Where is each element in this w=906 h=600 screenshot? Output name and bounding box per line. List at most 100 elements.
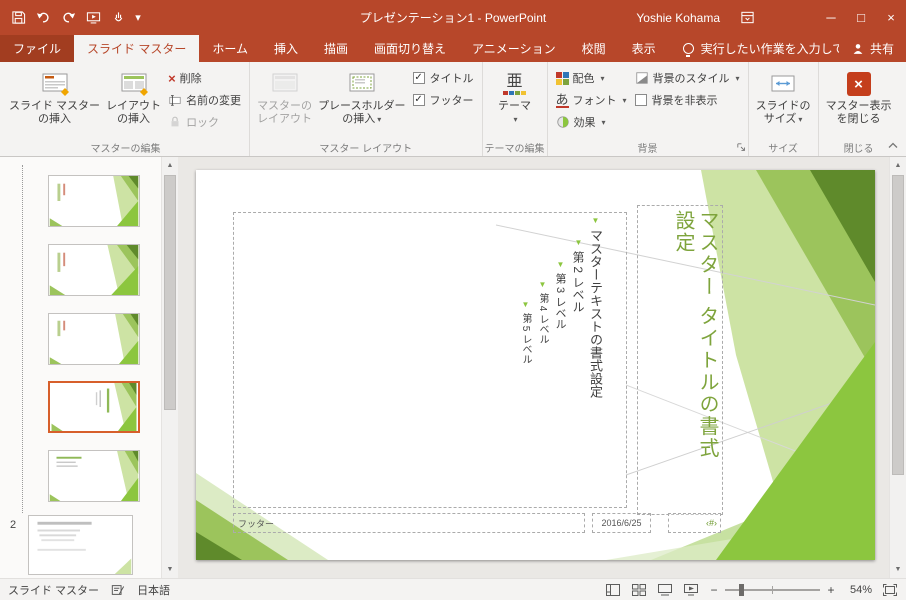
insert-placeholder-button[interactable]: プレースホルダー の挿入 ▾ [315,65,408,139]
zoom-in-button[interactable]: + [822,580,840,600]
slide-sorter-view-button[interactable] [627,580,651,600]
hide-background-label: 背景を非表示 [651,95,718,107]
undo-button[interactable] [31,6,55,30]
start-slideshow-button[interactable] [81,6,105,30]
tab-review[interactable]: 校閲 [569,35,619,62]
collapse-ribbon-button[interactable] [888,137,898,152]
scroll-down-button[interactable]: ▼ [890,561,906,578]
hide-background-checkbox[interactable]: 背景を非表示 [631,89,744,111]
zoom-slider[interactable] [725,580,820,600]
rename-button[interactable]: 名前の変更 [164,89,245,111]
redo-button[interactable] [56,6,80,30]
effects-button[interactable]: 効果 ▾ [552,111,631,133]
scroll-up-button[interactable]: ▲ [890,157,906,174]
scroll-up-button[interactable]: ▲ [162,157,178,174]
close-icon: × [887,10,895,25]
tab-view[interactable]: 表示 [619,35,669,62]
date-placeholder[interactable]: 2016/6/25 [592,513,651,533]
qat-customize-button[interactable]: ▾ [131,6,145,30]
account-name[interactable]: Yoshie Kohama [636,0,720,35]
title-checkbox[interactable]: ✓ タイトル [409,67,478,89]
insert-layout-icon [119,68,149,100]
layout-thumbnail-2[interactable] [48,244,140,296]
layout-thumbnail-3[interactable] [48,313,140,365]
slide-number-text: ‹#› [706,518,717,528]
chevron-down-icon: ▾ [135,12,141,24]
close-master-view-button[interactable]: × マスター表示 を閉じる [823,65,895,139]
tab-draw[interactable]: 描画 [311,35,361,62]
language-button[interactable]: 日本語 [129,582,178,598]
slideshow-monitor-icon [86,12,100,24]
scroll-up-icon: ▲ [894,162,902,169]
scrollbar-thumb[interactable] [892,175,904,475]
title-checkbox-label: タイトル [429,73,474,85]
body-level-3: 第 3 レベル [554,273,566,330]
thumbnail-scrollbar[interactable]: ▲ ▼ [161,157,178,578]
layout-thumbnail-5[interactable] [48,450,140,502]
scrollbar-thumb[interactable] [164,175,176,410]
tab-transitions[interactable]: 画面切り替え [361,35,459,62]
background-styles-button[interactable]: 背景のスタイル ▾ [631,67,744,89]
editor-scrollbar[interactable]: ▲ ▼ [889,157,906,578]
slideshow-view-button[interactable] [679,580,703,600]
title-placeholder[interactable]: マスター タイトルの書式設定 [637,205,723,515]
tab-slide-master[interactable]: スライド マスター [74,35,200,62]
chevron-up-icon [888,142,898,148]
zoom-out-button[interactable]: − [705,580,723,600]
footer-placeholder[interactable]: フッター [233,513,585,533]
share-button[interactable]: 共有 [838,35,906,62]
insert-slide-master-button[interactable]: スライド マスター の挿入 [6,65,103,139]
group-edit-theme: 亜 テーマ ▾ テーマの編集 [483,62,548,156]
tab-file[interactable]: ファイル [0,35,75,62]
title-placeholder-text: マスター タイトルの書式設定 [672,210,718,460]
layout-thumbnail-1[interactable] [48,175,140,227]
footer-checkbox[interactable]: ✓ フッター [409,89,478,111]
fonts-button[interactable]: あ フォント ▾ [552,89,631,111]
scroll-down-button[interactable]: ▼ [162,561,178,578]
spell-check-button[interactable] [107,583,129,597]
tab-animations[interactable]: アニメーション [459,35,569,62]
slide-number-placeholder[interactable]: ‹#› [668,513,721,533]
main-area: 2 ▲ ▼ ▼マスターテキストの書式設定 ▼第 2 レベル ▼第 3 レベル ▼… [0,157,906,578]
ribbon-tab-row: ファイル スライド マスター ホーム 挿入 描画 画面切り替え アニメーション … [0,35,906,62]
themes-label: テーマ [498,100,532,112]
checkbox-checked-icon: ✓ [412,72,425,84]
minimize-button[interactable]: ─ [816,0,846,35]
body-placeholder[interactable]: ▼ マスターテキストの書式設定 ▼ 第 2 レベル ▼ 第 3 レベル ▼ 第 4 レベ… [233,212,627,508]
insert-layout-button[interactable]: レイアウト の挿入 [103,65,164,139]
fit-slide-to-window-button[interactable] [878,580,902,600]
close-master-view-label: マスター表示 [825,100,892,112]
tab-insert[interactable]: 挿入 [261,35,311,62]
thumbnail-panel: 2 ▲ ▼ [0,157,178,578]
maximize-button[interactable]: □ [846,0,876,35]
themes-button[interactable]: 亜 テーマ ▾ [487,65,543,139]
footer-checkbox-label: フッター [429,95,474,107]
tab-home[interactable]: ホーム [199,35,261,62]
slide-size-button[interactable]: スライドの サイズ ▾ [753,65,814,139]
normal-view-button[interactable] [601,580,625,600]
ribbon-display-options-button[interactable] [730,0,764,35]
background-left-column: 配色 ▾ あ フォント ▾ 効果 ▾ [552,65,631,133]
reading-view-icon [658,583,672,595]
slide-canvas[interactable]: ▼ マスターテキストの書式設定 ▼ 第 2 レベル ▼ 第 3 レベル ▼ 第 4 レベ… [196,170,875,560]
group-label-edit-theme: テーマの編集 [484,144,545,155]
undo-icon [36,12,49,23]
body-level-5: 第 5 レベル [520,313,531,365]
reading-view-button[interactable] [653,580,677,600]
background-styles-label: 背景のスタイル [652,73,730,85]
master-thumbnail-2[interactable] [28,515,133,575]
preserve-button: ロック [164,111,245,133]
save-button[interactable] [6,6,30,30]
delete-button[interactable]: × 削除 [164,67,245,89]
slide-sorter-icon [632,583,646,596]
zoom-slider-handle[interactable] [739,583,744,596]
touch-mode-button[interactable] [106,6,130,30]
slide-editor: ▼ マスターテキストの書式設定 ▼ 第 2 レベル ▼ 第 3 レベル ▼ 第 4 レベ… [178,157,906,578]
group-master-layout: マスターの レイアウト プレースホルダー の挿入▾ ✓ タイトル ✓ フッター [250,62,483,156]
close-button[interactable]: × [876,0,906,35]
zoom-percentage[interactable]: 54% [842,584,876,596]
layout-thumbnail-4-selected[interactable] [48,381,140,433]
bullet-icon: ▼ [538,280,547,289]
dropdown-arrow-icon: ▾ [622,95,627,105]
colors-button[interactable]: 配色 ▾ [552,67,631,89]
